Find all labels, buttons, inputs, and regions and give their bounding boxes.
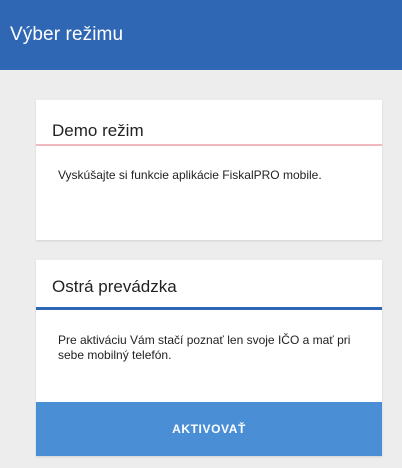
live-mode-title: Ostrá prevádzka <box>52 277 177 296</box>
mode-selection-content: Demo režim Vyskúšajte si funkcie aplikác… <box>0 70 402 468</box>
demo-mode-description: Vyskúšajte si funkcie aplikácie FiskalPR… <box>58 168 322 182</box>
demo-mode-divider <box>36 144 382 146</box>
page-title: Výber režimu <box>10 24 124 45</box>
live-mode-card: Ostrá prevádzka Pre aktiváciu Vám stačí … <box>36 260 382 456</box>
app-bar: Výber režimu <box>0 0 402 70</box>
activate-button[interactable]: AKTIVOVAŤ <box>36 402 382 456</box>
live-mode-divider <box>36 307 382 310</box>
live-mode-description: Pre aktiváciu Vám stačí poznať len svoje… <box>58 333 351 362</box>
demo-mode-card[interactable]: Demo režim Vyskúšajte si funkcie aplikác… <box>36 100 382 240</box>
demo-mode-title: Demo režim <box>52 121 144 140</box>
